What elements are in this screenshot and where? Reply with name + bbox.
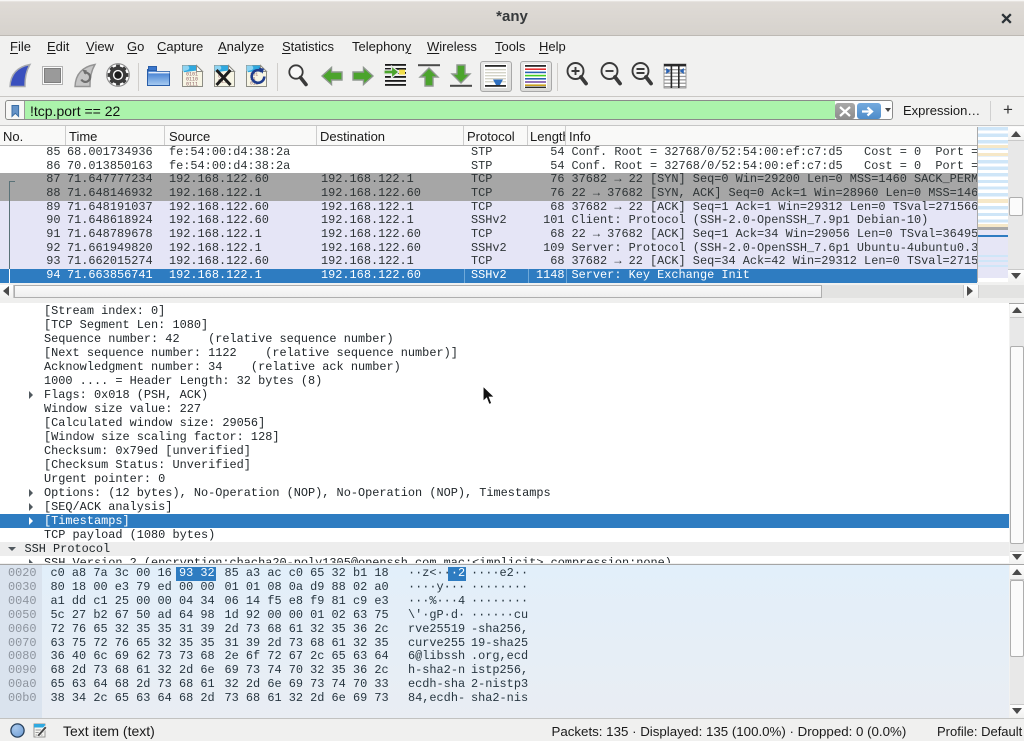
- svg-text:0111: 0111: [186, 82, 198, 88]
